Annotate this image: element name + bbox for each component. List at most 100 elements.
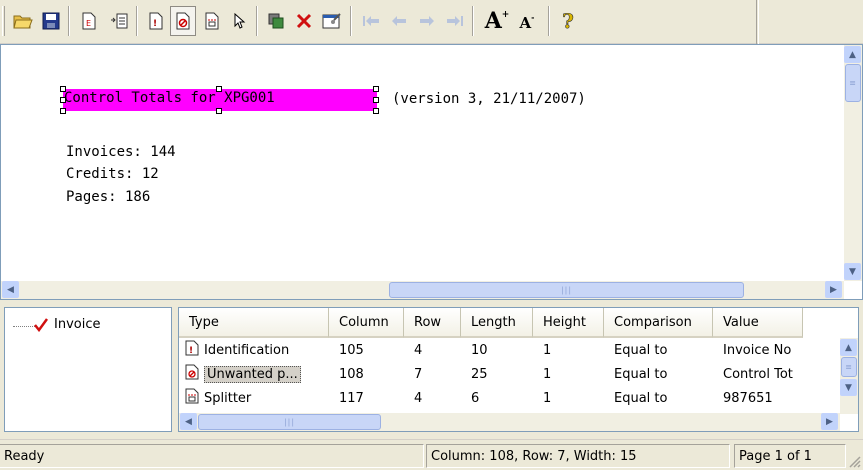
document-line-invoices: Invoices: 144 [66, 144, 176, 160]
identification-icon[interactable]: ! [143, 6, 169, 36]
scroll-left-icon[interactable]: ◀ [180, 413, 197, 430]
pane-splitter[interactable] [0, 300, 863, 306]
scroll-left-icon[interactable]: ◀ [2, 281, 19, 298]
resize-handle[interactable] [60, 86, 66, 92]
splitter-icon[interactable] [199, 6, 225, 36]
resize-handle[interactable] [373, 108, 379, 114]
resize-handle[interactable] [216, 86, 222, 92]
cell-column[interactable]: 117 [329, 387, 404, 409]
grid-header: Type Column Row Length Height Comparison Value [179, 308, 858, 338]
table-row[interactable]: ! Identification 105 4 10 1 Equal to Invoice No [179, 339, 803, 361]
toolbar-grip[interactable] [2, 6, 5, 36]
cell-type[interactable]: Unwanted p... [179, 363, 329, 385]
cell-value[interactable]: Invoice No [713, 339, 803, 361]
status-position: Column: 108, Row: 7, Width: 15 [426, 444, 730, 468]
cell-comparison[interactable]: Equal to [604, 363, 713, 385]
cell-length[interactable]: 25 [461, 363, 533, 385]
cell-height[interactable]: 1 [533, 339, 604, 361]
cell-type[interactable]: Splitter [179, 387, 329, 409]
scroll-down-icon[interactable]: ▼ [840, 379, 857, 396]
cell-text: Identification [204, 342, 290, 358]
toolbar-separator [350, 6, 352, 36]
toolbar-separator [136, 6, 138, 36]
font-larger-icon[interactable]: A + [484, 6, 510, 36]
unwanted-icon[interactable] [170, 6, 196, 36]
tree-item-invoice[interactable]: Invoice [33, 317, 100, 332]
help-icon[interactable]: ? [555, 6, 581, 36]
cell-text: Unwanted p... [204, 365, 301, 383]
cell-column[interactable]: 108 [329, 363, 404, 385]
cell-length[interactable]: 10 [461, 339, 533, 361]
identification-icon: ! [185, 340, 199, 360]
resize-handle[interactable] [60, 97, 66, 103]
table-row[interactable]: Splitter 117 4 6 1 Equal to 987651 [179, 387, 803, 409]
tree-connector [13, 326, 35, 327]
selected-text: Control Totals for XPG001 [64, 90, 275, 106]
editor-vertical-scrollbar[interactable]: ▲ ≡ ▼ [844, 45, 862, 281]
toolbar-separator [472, 6, 474, 36]
grid-horizontal-scrollbar[interactable]: ◀ ||| ▶ [179, 413, 840, 431]
table-row[interactable]: Unwanted p... 108 7 25 1 Equal to Control Tot [179, 363, 803, 385]
scroll-right-icon[interactable]: ▶ [821, 413, 838, 430]
scroll-right-icon[interactable]: ▶ [825, 281, 842, 298]
cell-value[interactable]: 987651 [713, 387, 803, 409]
open-folder-icon[interactable] [10, 6, 36, 36]
toolbar-separator [548, 6, 550, 36]
font-smaller-icon[interactable]: A- [514, 6, 540, 36]
first-icon [358, 6, 384, 36]
delete-icon[interactable] [291, 6, 317, 36]
unwanted-icon [185, 364, 199, 384]
scroll-up-icon[interactable]: ▲ [840, 339, 857, 356]
cell-height[interactable]: 1 [533, 363, 604, 385]
column-header-comparison[interactable]: Comparison [604, 308, 713, 338]
status-ready: Ready [0, 444, 424, 468]
field-list-icon[interactable] [106, 6, 132, 36]
cell-height[interactable]: 1 [533, 387, 604, 409]
resize-handle[interactable] [216, 108, 222, 114]
cell-type[interactable]: ! Identification [179, 339, 329, 361]
scroll-thumb[interactable]: ||| [389, 282, 744, 298]
document-type-tree: Invoice [4, 307, 172, 432]
scroll-down-icon[interactable]: ▼ [844, 263, 861, 280]
column-header-row[interactable]: Row [404, 308, 461, 338]
document-editor[interactable]: Control Totals for XPG001 (version 3, 21… [0, 44, 863, 300]
cell-value[interactable]: Control Tot [713, 363, 803, 385]
svg-text:!: ! [189, 346, 193, 356]
toolbar-separator [68, 6, 70, 36]
cell-comparison[interactable]: Equal to [604, 339, 713, 361]
cell-row[interactable]: 4 [404, 339, 461, 361]
resize-handle[interactable] [60, 108, 66, 114]
column-header-type[interactable]: Type [179, 308, 329, 338]
cell-row[interactable]: 4 [404, 387, 461, 409]
resize-handle[interactable] [373, 97, 379, 103]
scroll-thumb[interactable]: ||| [198, 414, 381, 430]
save-icon[interactable] [38, 6, 64, 36]
editor-horizontal-scrollbar[interactable]: ◀ ||| ▶ [1, 281, 844, 299]
column-header-height[interactable]: Height [533, 308, 604, 338]
scroll-thumb[interactable]: ≡ [845, 64, 861, 102]
scroll-up-icon[interactable]: ▲ [844, 46, 861, 63]
column-header-value[interactable]: Value [713, 308, 803, 338]
size-grip-icon[interactable] [847, 454, 861, 468]
cell-column[interactable]: 105 [329, 339, 404, 361]
cell-length[interactable]: 6 [461, 387, 533, 409]
grid-vertical-scrollbar[interactable]: ▲ ≡ ▼ [840, 338, 858, 414]
svg-text:E: E [86, 19, 91, 28]
resize-handle[interactable] [373, 86, 379, 92]
status-bar: Ready Column: 108, Row: 7, Width: 15 Pag… [0, 439, 863, 470]
pointer-icon[interactable] [226, 6, 252, 36]
properties-icon[interactable] [319, 6, 345, 36]
document-title-rest: (version 3, 21/11/2007) [392, 91, 586, 107]
cell-comparison[interactable]: Equal to [604, 387, 713, 409]
status-page: Page 1 of 1 [734, 444, 846, 468]
cell-row[interactable]: 7 [404, 363, 461, 385]
scroll-thumb[interactable]: ≡ [841, 357, 857, 377]
column-header-length[interactable]: Length [461, 308, 533, 338]
toolbar-end [756, 0, 759, 44]
field-e-icon[interactable]: E [76, 6, 102, 36]
document-line-pages: Pages: 186 [66, 189, 151, 205]
column-header-column[interactable]: Column [329, 308, 404, 338]
copy-icon[interactable] [263, 6, 289, 36]
toolbar-separator [256, 6, 258, 36]
svg-text:!: ! [153, 19, 157, 29]
